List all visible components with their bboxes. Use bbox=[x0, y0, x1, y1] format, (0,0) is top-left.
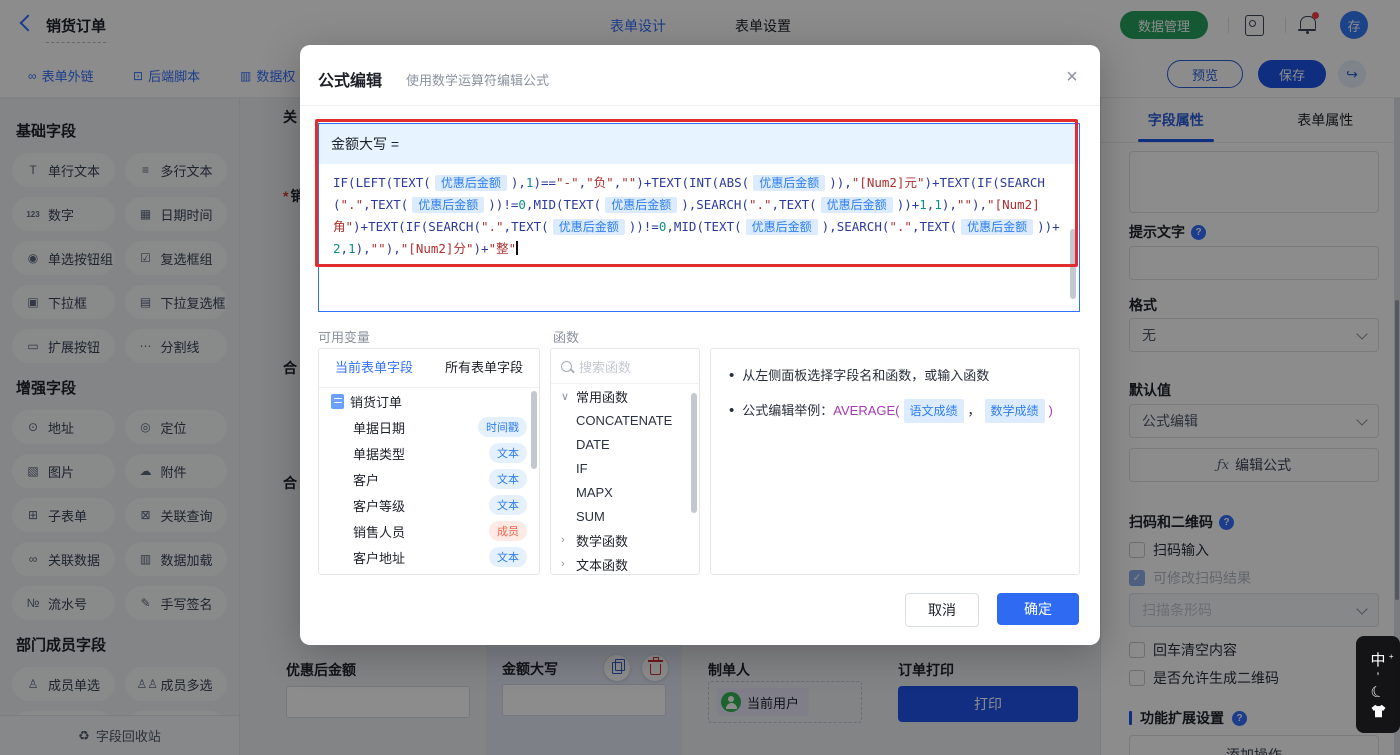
app-window: 销货订单 表单设计 表单设置 数据管理 存 ∞ 表单外链 ⊡ 后端脚本 ▥ 数据… bbox=[0, 0, 1400, 755]
variables-panel: 当前表单字段 所有表单字段 销货订单 单据日期 时间戳 单据类型 文本 客户 文本 客… bbox=[318, 348, 540, 575]
functions-label: 函数 bbox=[553, 330, 580, 345]
group-label: 数学函数 bbox=[576, 533, 629, 549]
divider bbox=[300, 105, 1100, 106]
function-item[interactable]: MAPX bbox=[551, 480, 699, 504]
search-placeholder: 搜索函数 bbox=[579, 359, 632, 375]
tree-root-label: 销货订单 bbox=[350, 394, 403, 410]
function-search[interactable]: 搜索函数 bbox=[551, 349, 699, 384]
type-badge: 文本 bbox=[489, 443, 527, 463]
function-group[interactable]: › 文本函数 bbox=[551, 552, 699, 574]
variable-name: 单据类型 bbox=[353, 446, 406, 462]
close-icon[interactable]: × bbox=[1058, 63, 1086, 91]
tip-line: • 从左侧面板选择字段名和函数，或输入函数 bbox=[729, 365, 1061, 387]
annotation-highlight-box bbox=[315, 119, 1078, 267]
field-chip: 语文成绩 bbox=[903, 399, 964, 423]
variable-row[interactable]: 销售人员 成员 bbox=[319, 518, 539, 544]
type-badge: 文本 bbox=[489, 495, 527, 515]
bullet: • bbox=[729, 367, 735, 384]
tab-current-form-fields[interactable]: 当前表单字段 bbox=[319, 349, 429, 387]
function-group[interactable]: ∨ 常用函数 bbox=[551, 384, 699, 408]
tip-text: 公式编辑举例： bbox=[742, 403, 834, 418]
variable-name: 销售人员 bbox=[353, 524, 406, 540]
variables-tabs: 当前表单字段 所有表单字段 bbox=[319, 349, 539, 388]
form-doc-icon bbox=[331, 393, 344, 409]
variable-row[interactable]: 客户 文本 bbox=[319, 466, 539, 492]
dialog-title: 公式编辑 bbox=[318, 73, 383, 90]
tip-text: 从左侧面板选择字段名和函数，或输入函数 bbox=[742, 368, 990, 383]
function-item[interactable]: DATE bbox=[551, 432, 699, 456]
variables-scrollbar-thumb[interactable] bbox=[531, 391, 537, 469]
cancel-button[interactable]: 取消 bbox=[905, 593, 979, 627]
bullet: • bbox=[729, 402, 735, 419]
function-item[interactable]: IF bbox=[551, 456, 699, 480]
variable-row[interactable]: 客户地址 文本 bbox=[319, 544, 539, 570]
function-item[interactable]: CONCATENATE bbox=[551, 408, 699, 432]
chevron-collapsed-icon: › bbox=[561, 534, 565, 546]
group-label: 文本函数 bbox=[576, 557, 629, 573]
ime-moon-icon[interactable]: ☾ bbox=[1369, 682, 1388, 704]
confirm-button[interactable]: 确定 bbox=[997, 593, 1079, 625]
ime-punctuation-icon[interactable]: ’ bbox=[1377, 671, 1380, 683]
search-icon bbox=[561, 360, 572, 372]
variable-row-clipped bbox=[319, 570, 539, 574]
field-chip: 数学成绩 bbox=[984, 399, 1045, 423]
type-badge: 文本 bbox=[489, 547, 527, 567]
variable-row[interactable]: 客户等级 文本 bbox=[319, 492, 539, 518]
type-badge: 时间戳 bbox=[478, 417, 527, 437]
functions-panel: 搜索函数 ∨ 常用函数 CONCATENATE DATE IF MAPX SUM … bbox=[550, 348, 700, 575]
help-panel: • 从左侧面板选择字段名和函数，或输入函数 • 公式编辑举例： AVERAGE(… bbox=[710, 348, 1080, 575]
chevron-expanded-icon: ∨ bbox=[561, 390, 570, 403]
example-function: AVERAGE( bbox=[833, 403, 900, 418]
variables-label: 可用变量 bbox=[318, 330, 371, 345]
variable-name: 客户 bbox=[353, 472, 380, 488]
variable-row[interactable]: 单据日期 时间戳 bbox=[319, 414, 539, 440]
tree-root[interactable]: 销货订单 bbox=[319, 388, 539, 414]
example-paren: ) bbox=[1048, 403, 1053, 418]
variable-name: 客户等级 bbox=[353, 498, 406, 514]
ime-toolbar[interactable]: 中 ’ ☾ bbox=[1356, 636, 1400, 733]
type-badge: 文本 bbox=[489, 469, 527, 489]
group-label: 常用函数 bbox=[576, 389, 629, 405]
chevron-collapsed-icon: › bbox=[561, 558, 565, 570]
tip-example-line: • 公式编辑举例： AVERAGE( 语文成绩 ， 数学成绩 ) bbox=[729, 399, 1061, 423]
separator: ， bbox=[967, 403, 981, 418]
type-badge: 成员 bbox=[489, 521, 527, 541]
ime-skin-icon[interactable] bbox=[1370, 704, 1387, 718]
ime-language-icon[interactable]: 中 bbox=[1370, 648, 1393, 670]
functions-scrollbar-thumb[interactable] bbox=[691, 393, 697, 513]
function-group[interactable]: › 数学函数 bbox=[551, 528, 699, 552]
tab-all-form-fields[interactable]: 所有表单字段 bbox=[429, 349, 539, 387]
variable-name: 客户地址 bbox=[353, 550, 406, 566]
function-item[interactable]: SUM bbox=[551, 504, 699, 528]
variable-name: 单据日期 bbox=[353, 420, 406, 436]
variable-row[interactable]: 单据类型 文本 bbox=[319, 440, 539, 466]
dialog-subtitle: 使用数学运算符编辑公式 bbox=[406, 73, 550, 88]
